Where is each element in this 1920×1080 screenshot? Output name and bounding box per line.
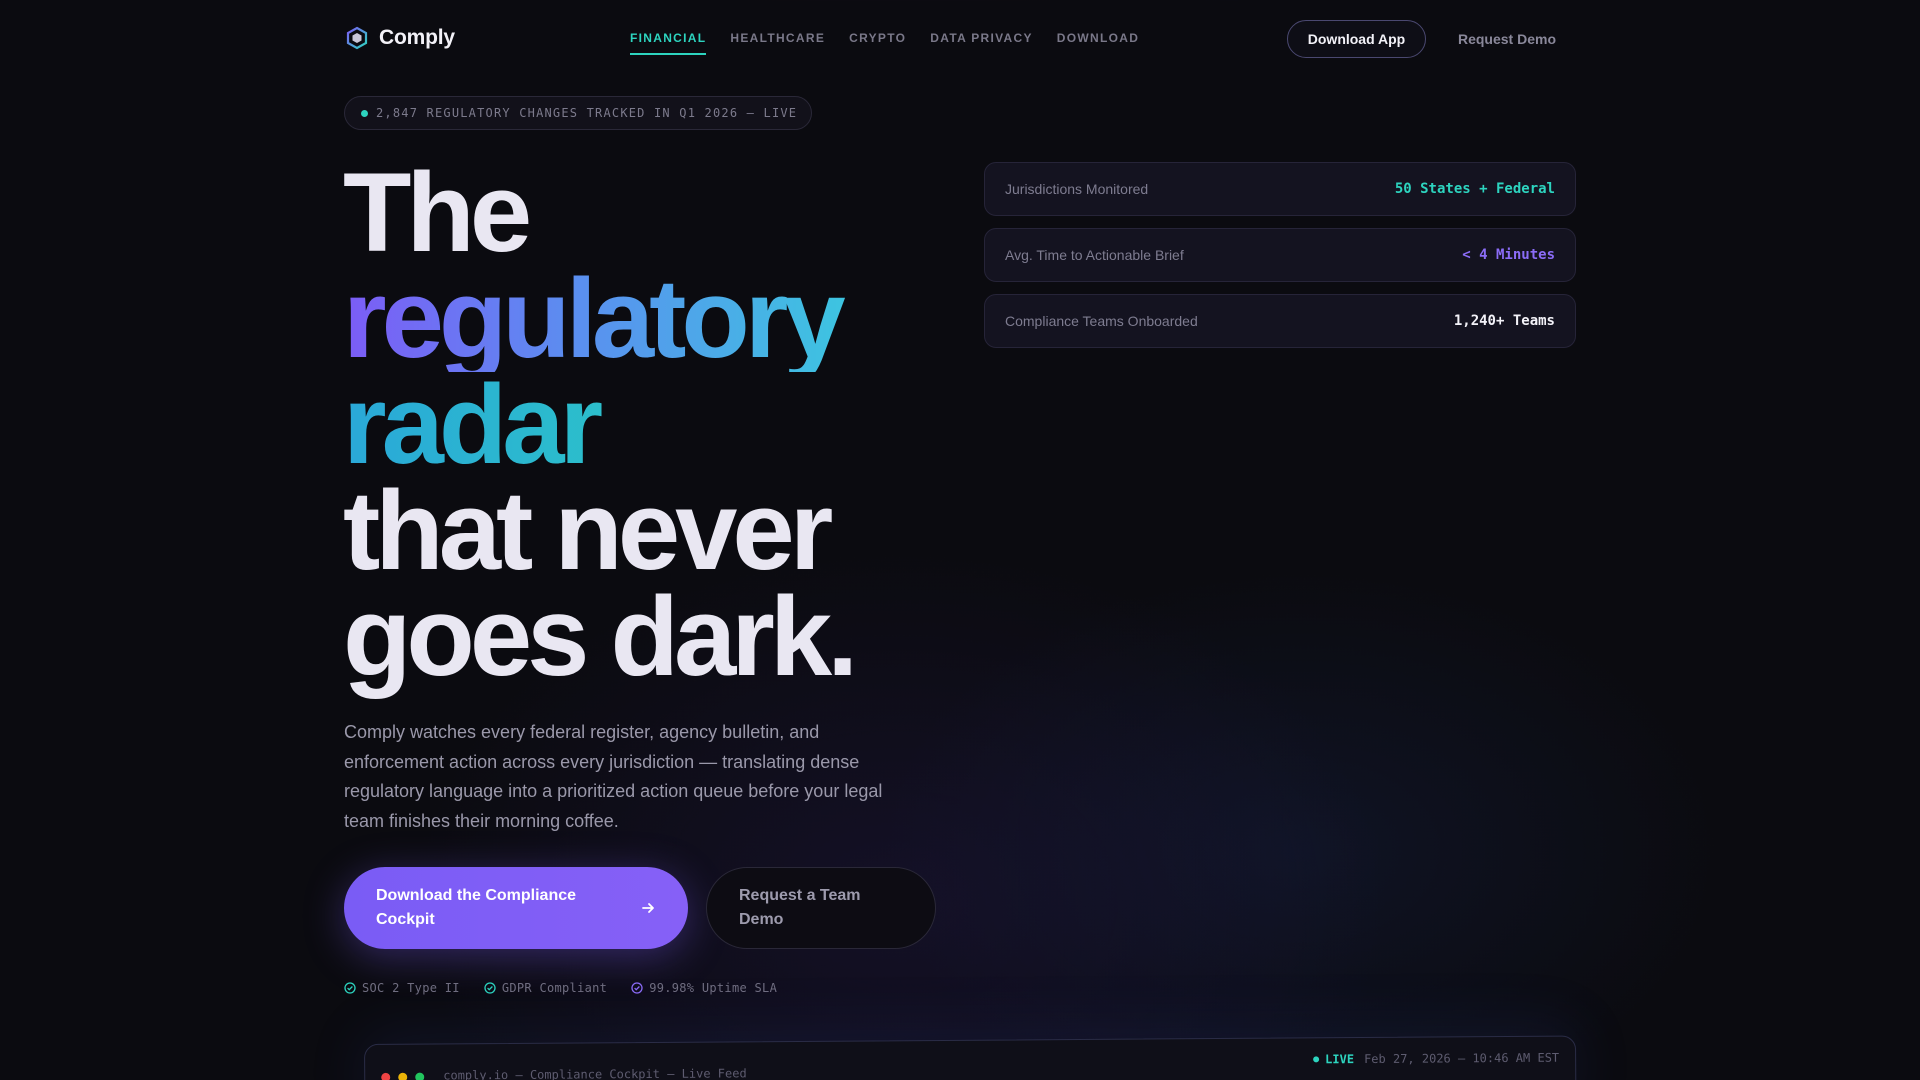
nav-link-healthcare[interactable]: HEALTHCARE: [730, 31, 825, 55]
stat-card: Compliance Teams Onboarded 1,240+ Teams: [984, 294, 1576, 348]
headline-line-5: goes dark.: [343, 574, 858, 699]
stat-card: Avg. Time to Actionable Brief < 4 Minute…: [984, 228, 1576, 282]
stat-card: Jurisdictions Monitored 50 States + Fede…: [984, 162, 1576, 216]
stat-label: Jurisdictions Monitored: [1005, 181, 1149, 197]
arrow-right-icon: [642, 903, 654, 913]
hero-description: Comply watches every federal register, a…: [344, 722, 883, 831]
live-indicator: LIVE: [1313, 1052, 1354, 1066]
headline-line-4: that never: [343, 468, 833, 593]
feed-timestamp: Feb 27, 2026 — 10:46 AM EST: [1364, 1050, 1560, 1067]
window-controls: [381, 1072, 425, 1080]
window-title: comply.io — Compliance Cockpit — Live Fe…: [443, 1066, 747, 1080]
brand-name: Comply: [379, 26, 455, 49]
download-cockpit-button[interactable]: Download the Compliance Cockpit: [344, 867, 688, 949]
trust-item-gdpr: GDPR Compliant: [484, 981, 607, 995]
stat-label: Avg. Time to Actionable Brief: [1005, 247, 1184, 263]
compliance-cockpit-window: comply.io — Compliance Cockpit — Live Fe…: [364, 1035, 1577, 1080]
download-cockpit-label: Download the Compliance Cockpit: [376, 887, 577, 928]
download-app-button[interactable]: Download App: [1287, 20, 1426, 58]
badge-text: 2,847 REGULATORY CHANGES TRACKED IN Q1 2…: [376, 106, 798, 120]
live-status: LIVE Feb 27, 2026 — 10:46 AM EST: [1313, 1051, 1559, 1067]
live-dot-icon: [361, 109, 368, 117]
request-team-demo-label: Request a Team Demo: [739, 887, 861, 928]
stat-value: < 4 Minutes: [1462, 247, 1555, 263]
nav-link-financial[interactable]: FINANCIAL: [630, 31, 707, 55]
stat-value: 50 States + Federal: [1394, 181, 1555, 197]
trust-label: SOC 2 Type II: [362, 981, 460, 995]
stat-value: 1,240+ Teams: [1453, 313, 1555, 329]
headline-line-3: radar: [343, 369, 853, 481]
nav-link-crypto[interactable]: CRYPTO: [849, 31, 906, 55]
check-circle-icon: [344, 982, 356, 994]
live-label: LIVE: [1325, 1052, 1355, 1067]
brand-logo[interactable]: Comply: [345, 26, 455, 50]
live-dot-icon: [1313, 1056, 1320, 1063]
trust-label: 99.98% Uptime SLA: [649, 981, 778, 995]
trust-item-soc2: SOC 2 Type II: [344, 981, 460, 995]
headline-line-1: The: [343, 150, 532, 275]
request-team-demo-button[interactable]: Request a Team Demo: [706, 867, 936, 949]
nav-link-download[interactable]: DOWNLOAD: [1057, 31, 1139, 55]
request-demo-link[interactable]: Request Demo: [1440, 20, 1574, 58]
trust-item-uptime: 99.98% Uptime SLA: [631, 981, 777, 995]
trust-badges: SOC 2 Type II GDPR Compliant 99.98% Upti…: [344, 981, 777, 995]
hero-headline: The regulatory radar that never goes dar…: [343, 150, 858, 699]
maximize-dot-icon[interactable]: [415, 1072, 425, 1080]
headline-line-2: regulatory: [343, 263, 853, 375]
stat-label: Compliance Teams Onboarded: [1005, 313, 1198, 329]
nav-link-data-privacy[interactable]: DATA PRIVACY: [930, 31, 1033, 55]
trust-label: GDPR Compliant: [501, 981, 608, 995]
top-nav: Comply FINANCIAL HEALTHCARE CRYPTO DATA …: [0, 0, 1920, 78]
nav-links: FINANCIAL HEALTHCARE CRYPTO DATA PRIVACY…: [630, 31, 1139, 55]
hex-logo-icon: [345, 26, 369, 50]
close-dot-icon[interactable]: [381, 1072, 391, 1080]
check-circle-icon: [631, 982, 643, 994]
check-circle-icon: [484, 982, 496, 994]
minimize-dot-icon[interactable]: [398, 1072, 408, 1080]
stats-panel: Jurisdictions Monitored 50 States + Fede…: [984, 162, 1576, 360]
regulatory-changes-badge: 2,847 REGULATORY CHANGES TRACKED IN Q1 2…: [344, 96, 812, 130]
